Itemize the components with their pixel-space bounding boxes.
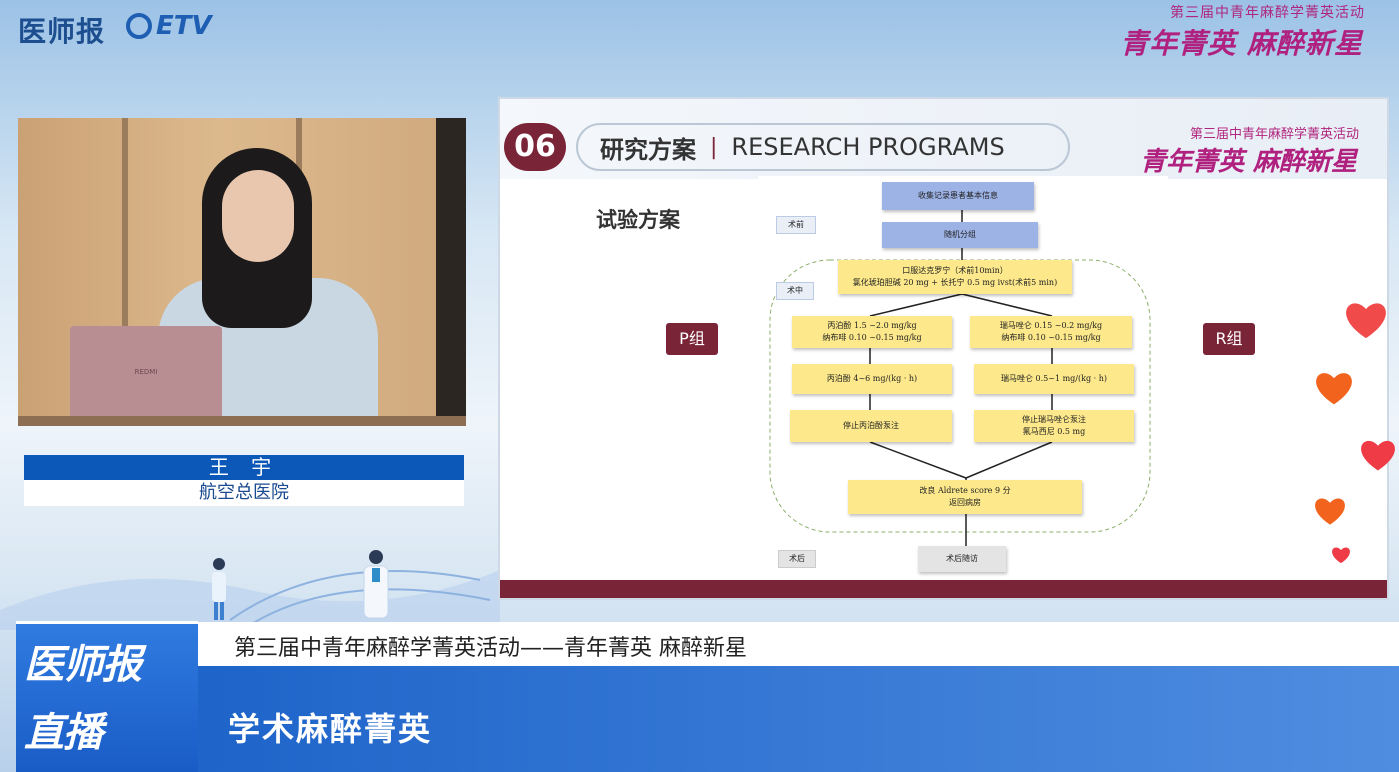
doctor-figure-icon: [363, 550, 389, 619]
r-stop-line-1: 停止瑞马唑仑泵注: [1022, 415, 1086, 424]
heart-icon: [1346, 303, 1386, 339]
laptop-brand: REDMI: [134, 368, 158, 376]
flow-recovery: 改良 Aldrete score 9 分 返回病房: [848, 480, 1082, 514]
presentation-slide: 06 研究方案 | RESEARCH PROGRAMS 第三届中青年麻醉学菁英活…: [498, 97, 1389, 600]
doctor-figure-icon: [212, 558, 226, 620]
stage-tag-postop: 术后: [778, 550, 816, 568]
group-p-label: P组: [666, 323, 718, 355]
etv-label: ETV: [156, 11, 212, 41]
flow-followup: 术后随访: [918, 546, 1006, 572]
recovery-line-1: 改良 Aldrete score 9 分: [919, 486, 1011, 495]
event-title: 青年菁英 麻醉新星: [1120, 27, 1363, 60]
logo-yishibao: 医师报: [18, 15, 106, 48]
slide-event-title: 青年菁英 麻醉新星: [1139, 147, 1357, 177]
channel-label-line1: 医师报: [24, 642, 142, 688]
ticker-bar: 第三届中青年麻醉学菁英活动——青年菁英 麻醉新星: [198, 622, 1399, 666]
desk: [18, 416, 466, 426]
etv-ring-icon: [126, 13, 152, 39]
event-subtitle: 第三届中青年麻醉学菁英活动: [1170, 5, 1365, 21]
r-induction-line-1: 瑞马唑仑 0.15 ~0.2 mg/kg: [999, 321, 1103, 330]
heart-icon: [1361, 440, 1395, 471]
slide-heading: 试验方案: [596, 208, 680, 232]
ticker-text: 第三届中青年麻醉学菁英活动——青年菁英 麻醉新星: [234, 636, 747, 661]
subtitle-text: 学术麻醉菁英: [228, 710, 433, 748]
subtitle-bar: 学术麻醉菁英: [198, 666, 1399, 772]
premed-line-2: 氯化琥珀胆碱 20 mg + 长托宁 0.5 mg ivst(术前5 min): [852, 278, 1058, 287]
stage-tag-preop: 术前: [776, 216, 816, 234]
slide-title-cn: 研究方案: [600, 135, 696, 164]
flow-p-maintain: 丙泊酚 4~6 mg/(kg · h): [792, 364, 952, 394]
flow-step-premed: 口服达克罗宁（术前10min） 氯化琥珀胆碱 20 mg + 长托宁 0.5 m…: [838, 260, 1072, 294]
flow-step-random: 随机分组: [882, 222, 1038, 248]
r-induction-line-2: 纳布啡 0.10 ~0.15 mg/kg: [1001, 333, 1101, 342]
slide-number: 06: [504, 123, 566, 171]
recovery-line-2: 返回病房: [949, 498, 981, 507]
flow-p-induction: 丙泊酚 1.5 ~2.0 mg/kg 纳布啡 0.10 ~0.15 mg/kg: [792, 316, 952, 348]
speaker-name: 王 宇: [24, 455, 464, 480]
slide-title-en: RESEARCH PROGRAMS: [731, 133, 1005, 161]
slide-event-subtitle: 第三届中青年麻醉学菁英活动: [1189, 127, 1359, 142]
p-induction-line-1: 丙泊酚 1.5 ~2.0 mg/kg: [827, 321, 917, 330]
premed-line-1: 口服达克罗宁（术前10min）: [902, 266, 1008, 275]
channel-label-line2: 直播: [24, 710, 103, 756]
slide-footer-bar: [500, 580, 1387, 598]
speaker-organization: 航空总医院: [24, 480, 464, 506]
speaker-name-plate: 王 宇 航空总医院: [24, 455, 464, 506]
flow-r-induction: 瑞马唑仑 0.15 ~0.2 mg/kg 纳布啡 0.10 ~0.15 mg/k…: [970, 316, 1132, 348]
flowchart: 术前 术中 术后 收集记录患者基本信息 随机分组 口服达克罗宁（术前10min）…: [758, 176, 1168, 576]
r-stop-line-2: 氟马西尼 0.5 mg: [1022, 427, 1086, 436]
speaker-face: [222, 170, 294, 262]
channel-badge: 医师报 直播: [16, 621, 198, 772]
flow-step-collect: 收集记录患者基本信息: [882, 182, 1034, 210]
stage-tag-intraop: 术中: [776, 282, 814, 300]
speaker-video: REDMI: [18, 118, 466, 426]
heart-icon: [1316, 373, 1352, 405]
group-r-label: R组: [1203, 323, 1255, 355]
wall-edge: [436, 118, 466, 426]
flow-r-maintain: 瑞马唑仑 0.5~1 mg/(kg · h): [974, 364, 1134, 394]
heart-icon: [1315, 498, 1345, 525]
heart-icon: [1332, 547, 1350, 564]
flow-p-stop: 停止丙泊酚泵注: [790, 410, 952, 442]
p-induction-line-2: 纳布啡 0.10 ~0.15 mg/kg: [822, 333, 922, 342]
slide-title-separator: |: [710, 134, 718, 160]
decorative-wave: [0, 570, 500, 630]
slide-title: 研究方案 | RESEARCH PROGRAMS: [576, 123, 1070, 171]
flow-r-stop: 停止瑞马唑仑泵注 氟马西尼 0.5 mg: [974, 410, 1134, 442]
laptop: REDMI: [70, 326, 222, 424]
logo-etv: ETV: [126, 11, 212, 41]
